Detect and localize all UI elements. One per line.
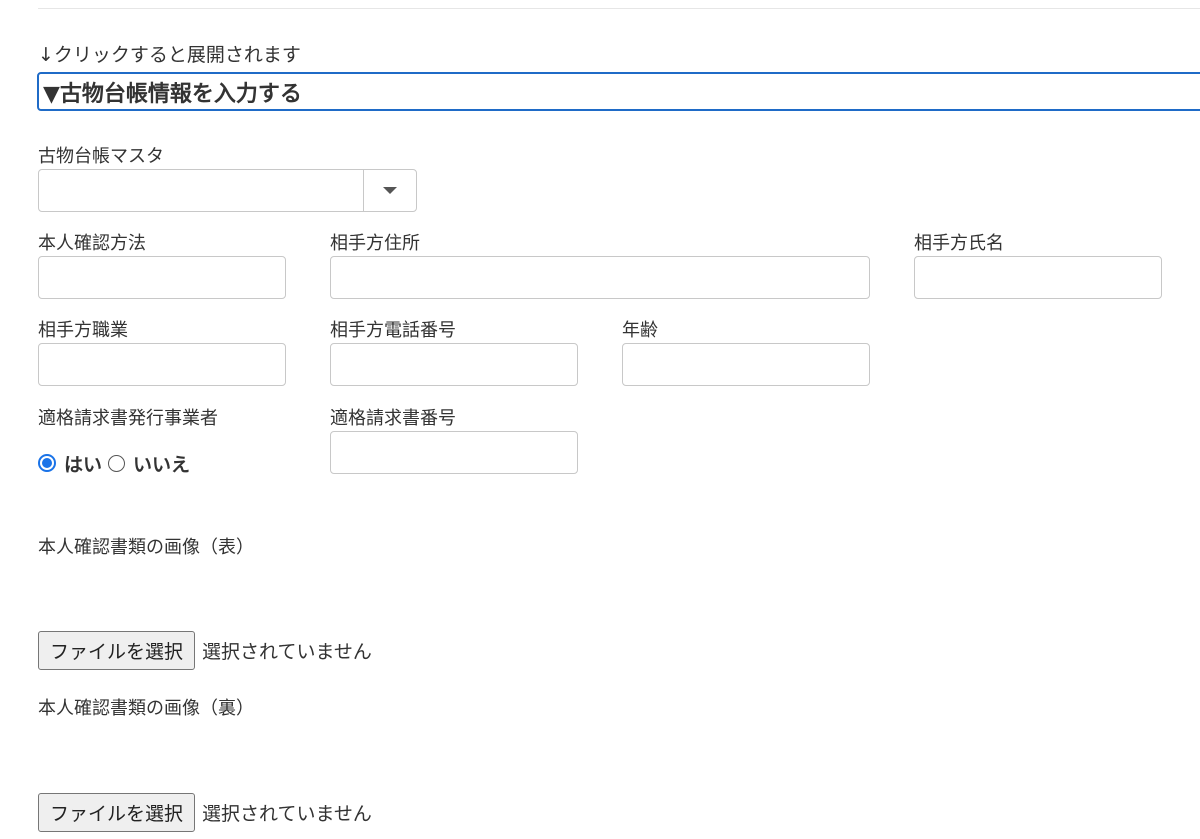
- partner-phone-label: 相手方電話番号: [330, 320, 456, 341]
- partner-occupation-input[interactable]: [38, 343, 286, 386]
- partner-address-label: 相手方住所: [330, 233, 420, 254]
- id-image-front-file-button[interactable]: ファイルを選択: [38, 630, 196, 670]
- partner-occupation-label: 相手方職業: [38, 320, 128, 341]
- invoice-number-input[interactable]: [330, 431, 578, 474]
- partner-phone-input[interactable]: [330, 343, 578, 386]
- id-image-back-file-row: ファイルを選択 選択されていません: [38, 792, 372, 832]
- id-image-back-file-status: 選択されていません: [202, 802, 372, 825]
- ledger-master-label: 古物台帳マスタ: [38, 146, 164, 167]
- select-toggle-button[interactable]: [363, 170, 416, 211]
- qualified-issuer-radio-group: はい いいえ: [38, 450, 196, 477]
- top-divider: [38, 8, 1200, 9]
- partner-address-input[interactable]: [330, 256, 870, 299]
- id-method-input[interactable]: [38, 256, 286, 299]
- radio-yes[interactable]: [38, 454, 56, 472]
- invoice-number-label: 適格請求書番号: [330, 408, 456, 429]
- partner-name-input[interactable]: [914, 256, 1162, 299]
- id-image-back-file-button[interactable]: ファイルを選択: [38, 792, 196, 832]
- caret-down-icon: [383, 187, 397, 194]
- ledger-master-select[interactable]: [38, 169, 417, 212]
- radio-yes-label[interactable]: はい: [64, 450, 102, 477]
- ledger-form-page: ↓クリックすると展開されます ▼古物台帳情報を入力する 古物台帳マスタ 本人確認…: [0, 0, 1200, 839]
- partner-name-label: 相手方氏名: [914, 233, 1004, 254]
- id-method-label: 本人確認方法: [38, 233, 146, 254]
- age-label: 年齢: [622, 320, 658, 341]
- id-image-front-file-status: 選択されていません: [202, 640, 372, 663]
- expand-hint: ↓クリックすると展開されます: [38, 44, 301, 66]
- radio-no[interactable]: [108, 454, 126, 472]
- qualified-issuer-label: 適格請求書発行事業者: [38, 408, 218, 429]
- id-image-back-label: 本人確認書類の画像（裏）: [38, 698, 254, 719]
- id-image-front-label: 本人確認書類の画像（表）: [38, 537, 254, 558]
- id-image-front-file-row: ファイルを選択 選択されていません: [38, 630, 372, 670]
- ledger-section-toggle[interactable]: ▼古物台帳情報を入力する: [37, 72, 1200, 111]
- radio-no-label[interactable]: いいえ: [133, 450, 190, 477]
- age-input[interactable]: [622, 343, 870, 386]
